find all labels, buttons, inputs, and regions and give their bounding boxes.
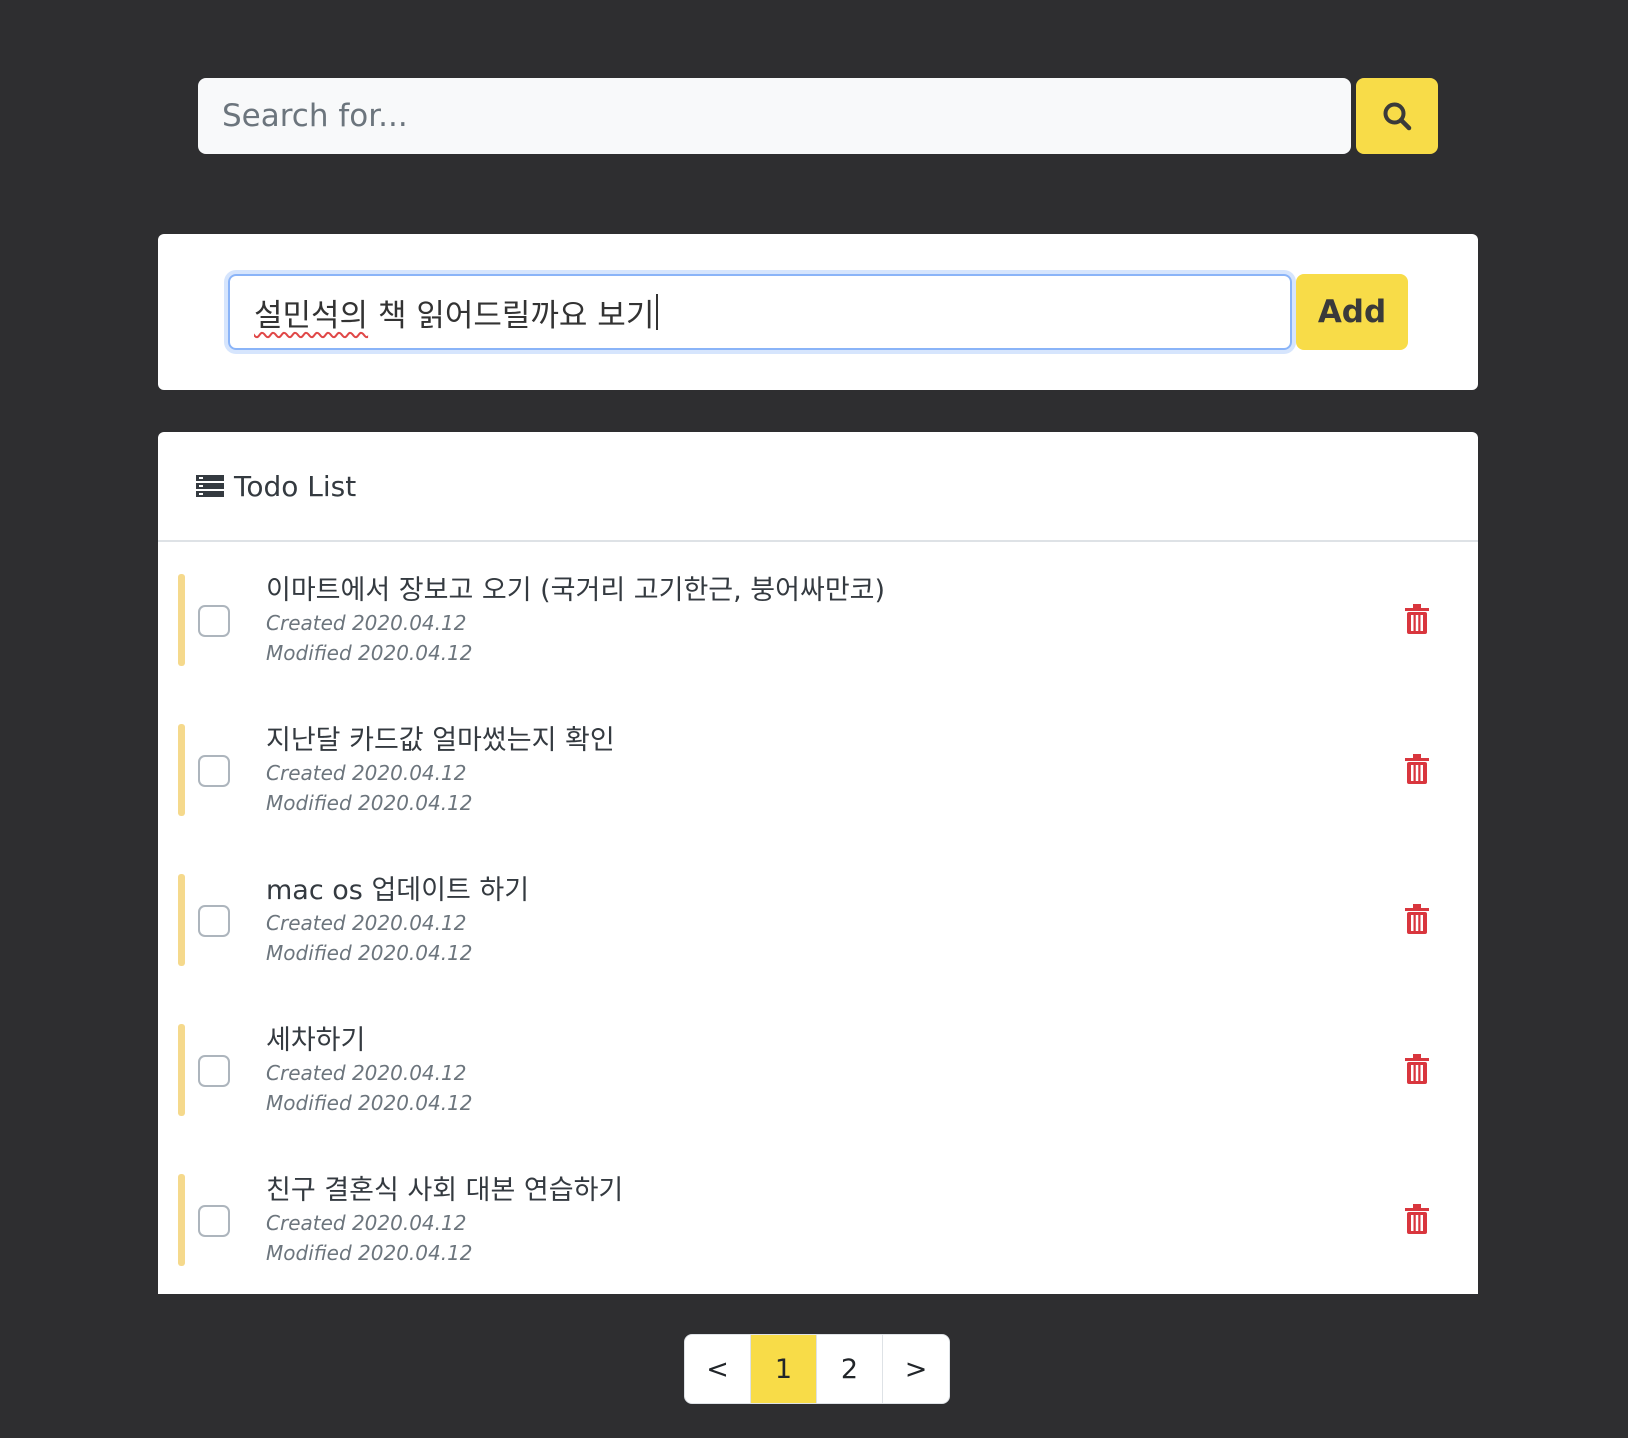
todo-text: 세차하기 Created 2020.04.12 Modified 2020.04… — [266, 1024, 473, 1118]
todo-item: 친구 결혼식 사회 대본 연습하기 Created 2020.04.12 Mod… — [178, 1174, 1458, 1266]
search-bar — [198, 78, 1438, 154]
add-button[interactable]: Add — [1296, 274, 1408, 350]
todo-checkbox[interactable] — [198, 1055, 230, 1087]
todo-created: Created 2020.04.12 — [266, 911, 467, 935]
todo-checkbox[interactable] — [198, 905, 230, 937]
todo-text: 이마트에서 장보고 오기 (국거리 고기한근, 붕어싸만코) Created 2… — [266, 574, 885, 668]
todo-created: Created 2020.04.12 — [266, 1061, 467, 1085]
pagination: < 1 2 > — [684, 1334, 950, 1404]
page: 설민석의 책 읽어드릴까요 보기 Add Todo List 이마트에서 장보고… — [0, 0, 1628, 1438]
todo-modified: Modified 2020.04.12 — [266, 791, 473, 815]
todo-item-bar — [178, 1174, 185, 1266]
todo-item-bar — [178, 1024, 185, 1116]
todo-modified: Modified 2020.04.12 — [266, 941, 473, 965]
trash-icon[interactable] — [1404, 754, 1430, 784]
todo-modified: Modified 2020.04.12 — [266, 641, 473, 665]
todo-text: 지난달 카드값 얼마썼는지 확인 Created 2020.04.12 Modi… — [266, 724, 615, 818]
todo-list-title: Todo List — [234, 469, 357, 503]
todo-text: mac os 업데이트 하기 Created 2020.04.12 Modifi… — [266, 874, 529, 968]
todo-title: 세차하기 — [266, 1025, 366, 1056]
todo-title: 지난달 카드값 얼마썼는지 확인 — [266, 725, 615, 756]
todo-modified: Modified 2020.04.12 — [266, 1091, 473, 1115]
todo-item: 세차하기 Created 2020.04.12 Modified 2020.04… — [178, 1024, 1458, 1116]
todo-checkbox[interactable] — [198, 1205, 230, 1237]
todo-created: Created 2020.04.12 — [266, 611, 467, 635]
todo-title: mac os 업데이트 하기 — [266, 875, 530, 906]
search-icon — [1383, 102, 1412, 131]
new-todo-value-misspelled: 설민석의 — [254, 297, 369, 334]
search-button[interactable] — [1356, 78, 1438, 154]
todo-modified: Modified 2020.04.12 — [266, 1241, 473, 1265]
page-2-button[interactable]: 2 — [817, 1335, 883, 1403]
todo-checkbox[interactable] — [198, 755, 230, 787]
todo-text: 친구 결혼식 사회 대본 연습하기 Created 2020.04.12 Mod… — [266, 1174, 623, 1268]
list-icon — [196, 475, 224, 497]
trash-icon[interactable] — [1404, 904, 1430, 934]
new-todo-value: 책 읽어드릴까요 보기 — [368, 297, 655, 334]
todo-item: 지난달 카드값 얼마썼는지 확인 Created 2020.04.12 Modi… — [178, 724, 1458, 816]
trash-icon[interactable] — [1404, 1054, 1430, 1084]
new-todo-input[interactable]: 설민석의 책 읽어드릴까요 보기 — [228, 274, 1292, 350]
todo-title: 친구 결혼식 사회 대본 연습하기 — [266, 1175, 624, 1206]
next-page-button[interactable]: > — [883, 1335, 949, 1403]
prev-page-button[interactable]: < — [685, 1335, 751, 1403]
search-input[interactable] — [198, 78, 1351, 154]
text-caret — [656, 294, 659, 330]
todo-item-bar — [178, 724, 185, 816]
todo-list-card: Todo List 이마트에서 장보고 오기 (국거리 고기한근, 붕어싸만코)… — [158, 432, 1478, 1294]
todo-title: 이마트에서 장보고 오기 (국거리 고기한근, 붕어싸만코) — [266, 575, 886, 606]
todo-item-bar — [178, 874, 185, 966]
todo-item: 이마트에서 장보고 오기 (국거리 고기한근, 붕어싸만코) Created 2… — [178, 574, 1458, 666]
todo-created: Created 2020.04.12 — [266, 761, 467, 785]
trash-icon[interactable] — [1404, 1204, 1430, 1234]
todo-item: mac os 업데이트 하기 Created 2020.04.12 Modifi… — [178, 874, 1458, 966]
todo-list-header: Todo List — [158, 432, 1478, 542]
todo-created: Created 2020.04.12 — [266, 1211, 467, 1235]
todo-item-bar — [178, 574, 185, 666]
add-todo-card: 설민석의 책 읽어드릴까요 보기 Add — [158, 234, 1478, 390]
trash-icon[interactable] — [1404, 604, 1430, 634]
todo-checkbox[interactable] — [198, 605, 230, 637]
page-1-button[interactable]: 1 — [751, 1335, 817, 1403]
